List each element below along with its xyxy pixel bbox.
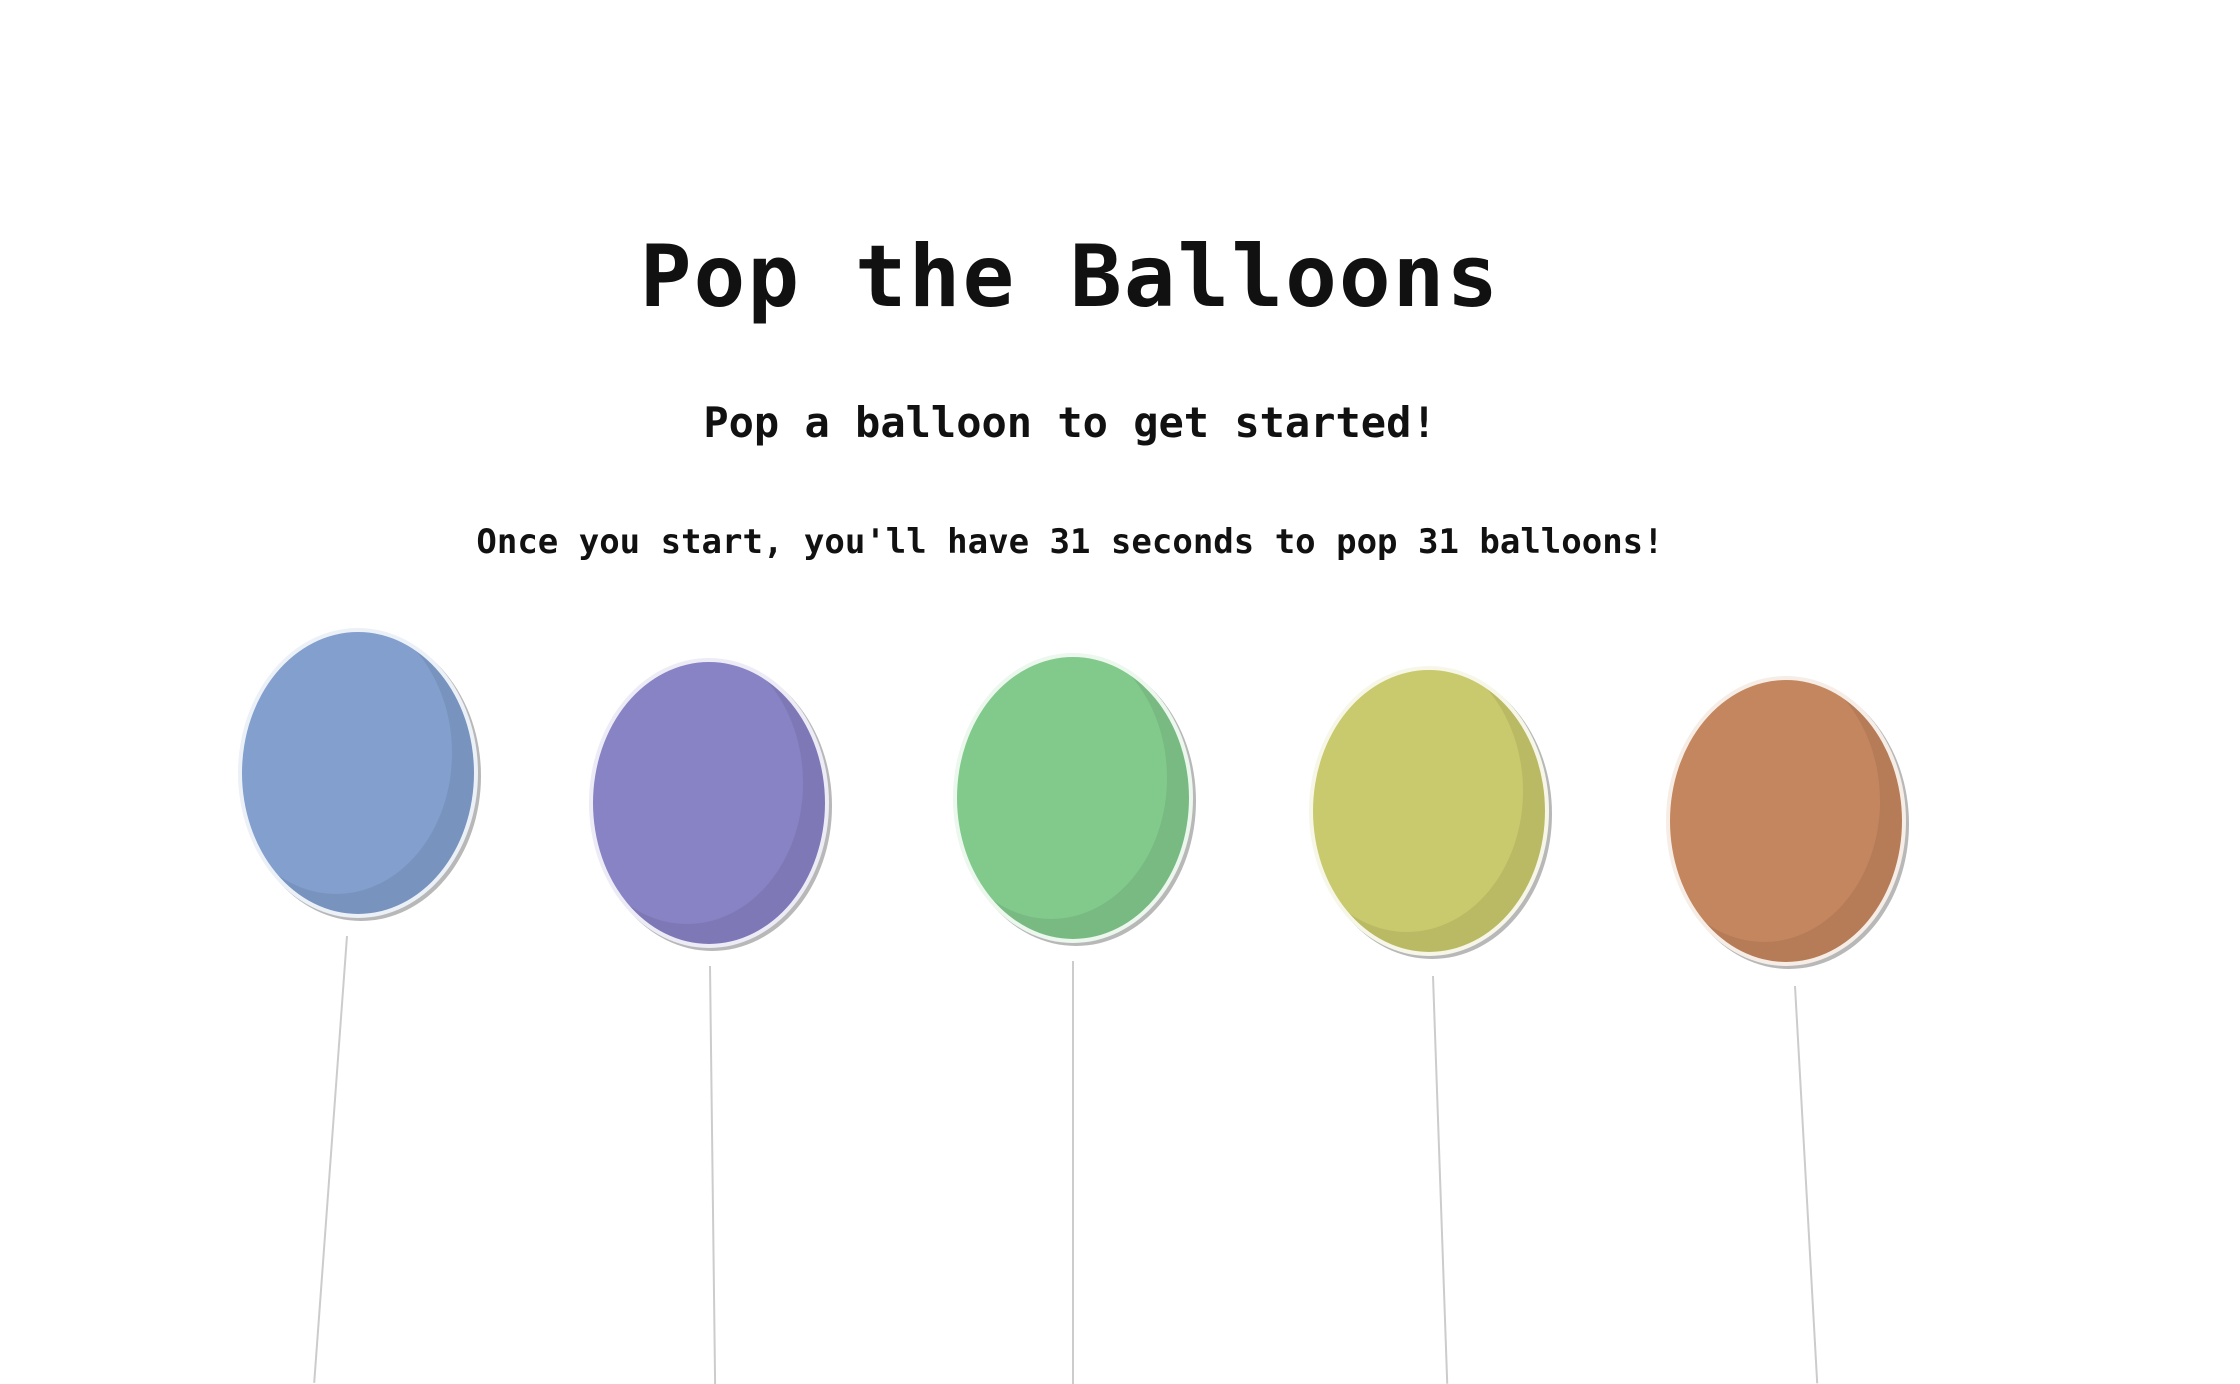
balloon-orange[interactable]	[1666, 676, 1906, 966]
balloon-purple[interactable]	[589, 658, 829, 948]
balloon-green[interactable]	[953, 653, 1193, 943]
balloon-yellow[interactable]	[1309, 666, 1549, 956]
balloon-string	[1794, 985, 1819, 1384]
balloon-string	[1432, 975, 1449, 1384]
balloon-blue[interactable]	[238, 628, 478, 918]
balloon-string	[1072, 961, 1074, 1384]
balloon-string	[313, 935, 348, 1383]
balloon-field	[0, 0, 2240, 1384]
balloon-string	[709, 965, 717, 1384]
